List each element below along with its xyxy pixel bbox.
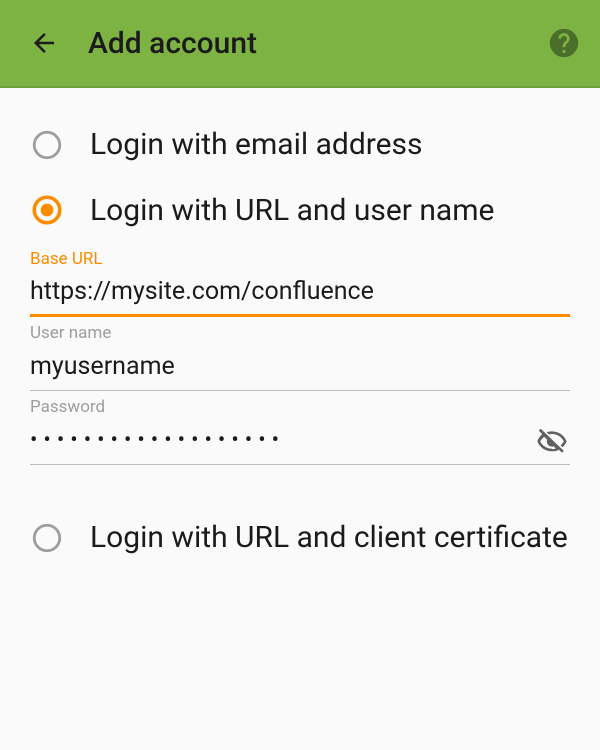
input-row bbox=[30, 347, 570, 391]
option-login-url-cert[interactable]: Login with URL and client certificate bbox=[30, 505, 570, 571]
eye-off-icon bbox=[536, 426, 568, 458]
field-password: Password ••••••••••••••••••• bbox=[30, 397, 570, 465]
option-label: Login with URL and client certificate bbox=[90, 519, 568, 557]
field-label: User name bbox=[30, 323, 570, 343]
help-button[interactable] bbox=[544, 23, 584, 63]
option-login-email[interactable]: Login with email address bbox=[30, 112, 570, 178]
field-label: Base URL bbox=[30, 249, 570, 269]
option-label: Login with URL and user name bbox=[90, 192, 494, 230]
help-icon bbox=[547, 26, 581, 60]
back-button[interactable] bbox=[20, 19, 68, 67]
input-row bbox=[30, 273, 570, 317]
radio-selected-icon bbox=[30, 193, 64, 227]
username-input[interactable] bbox=[30, 348, 570, 389]
field-username: User name bbox=[30, 323, 570, 391]
base-url-input[interactable] bbox=[30, 273, 570, 314]
password-input[interactable]: ••••••••••••••••••• bbox=[30, 428, 526, 457]
field-base-url: Base URL bbox=[30, 249, 570, 317]
url-user-fields: Base URL User name Password ••••••••••••… bbox=[30, 249, 570, 465]
option-label: Login with email address bbox=[90, 126, 423, 164]
field-label: Password bbox=[30, 397, 570, 417]
page-title: Add account bbox=[88, 26, 544, 61]
radio-unselected-icon bbox=[30, 128, 64, 162]
option-login-url-user[interactable]: Login with URL and user name bbox=[30, 178, 570, 244]
toggle-password-visibility[interactable] bbox=[534, 424, 570, 460]
spacer bbox=[30, 465, 570, 495]
appbar: Add account bbox=[0, 0, 600, 88]
content: Login with email address Login with URL … bbox=[0, 88, 600, 571]
radio-unselected-icon bbox=[30, 521, 64, 555]
input-row: ••••••••••••••••••• bbox=[30, 421, 570, 465]
arrow-back-icon bbox=[29, 28, 59, 58]
